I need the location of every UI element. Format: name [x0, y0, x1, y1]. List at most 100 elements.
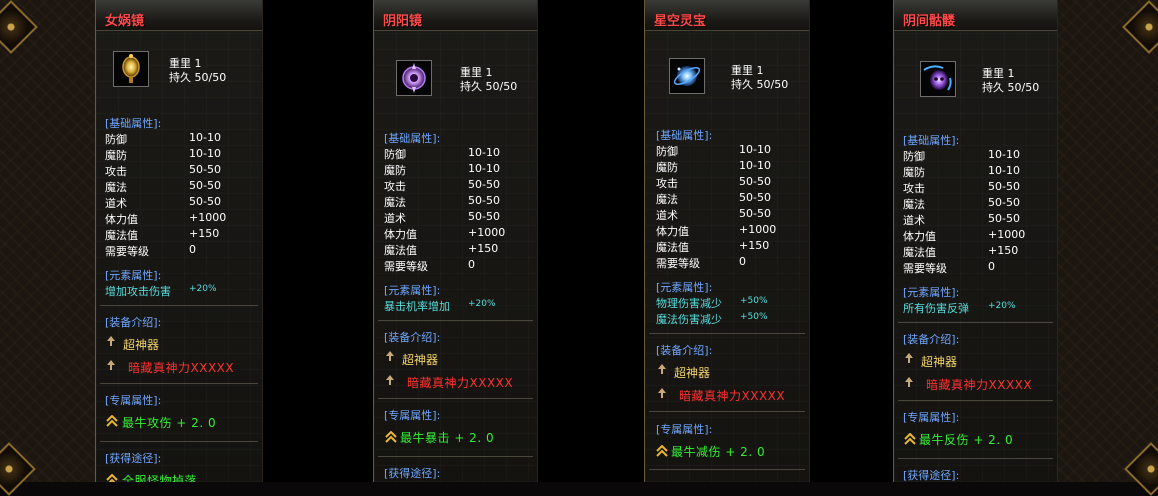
stat-row: 防御 10-10: [105, 131, 221, 146]
element-attributes-header: [元素属性]:: [903, 286, 960, 299]
stat-row: 需要等级 0: [384, 258, 475, 273]
equip-intro-header: [装备介绍]:: [903, 333, 960, 346]
divider: [898, 322, 1053, 323]
stat-row: 魔防 10-10: [903, 164, 1020, 179]
bullet-icon: [107, 336, 115, 346]
stat-row: 魔法 50-50: [105, 179, 221, 194]
durability-label: 持久: [169, 71, 191, 84]
equip-intro-header: [装备介绍]:: [384, 331, 441, 344]
divider: [649, 469, 805, 470]
stat-row: 道术 50-50: [903, 212, 1020, 227]
exclusive-value: 最牛反伤 + 2. 0: [919, 433, 1014, 447]
stat-row: 道术 50-50: [656, 207, 771, 222]
durability-label: 持久: [731, 78, 753, 91]
divider: [649, 411, 805, 412]
stat-row: 道术 50-50: [384, 210, 500, 225]
item-title: 星空灵宝: [654, 14, 707, 29]
element-attributes-header: [元素属性]:: [105, 269, 162, 282]
bullet-icon: [658, 364, 666, 374]
purple-skull-icon: [920, 61, 956, 97]
element-stat-row: 所有伤害反弹 +20%: [903, 301, 1016, 315]
intro-line-2: 暗藏真神力XXXXX: [128, 361, 235, 375]
stat-row: 道术 50-50: [105, 195, 221, 210]
bullet-icon: [386, 351, 394, 361]
gap-2: [538, 0, 644, 482]
element-stat-row: 暴击机率增加 +20%: [384, 299, 496, 313]
divider: [378, 456, 533, 457]
double-chevron-up-icon: [106, 474, 118, 482]
exclusive-value: 最牛攻伤 + 2. 0: [122, 416, 217, 430]
divider: [100, 441, 258, 442]
bullet-icon: [905, 353, 913, 363]
element-stat-row: 魔法伤害减少 +50%: [656, 312, 768, 326]
equip-intro-header: [装备介绍]:: [105, 316, 162, 329]
divider: [378, 320, 533, 321]
stat-row: 攻击 50-50: [903, 180, 1020, 195]
divider: [378, 398, 533, 399]
intro-line-1: 超神器: [402, 353, 439, 367]
weight-value: 1: [194, 57, 202, 70]
right-border-decoration: [1058, 0, 1158, 482]
exclusive-attributes-header: [专属属性]:: [105, 394, 162, 407]
stat-row: 魔法 50-50: [384, 194, 500, 209]
intro-line-1: 超神器: [921, 355, 958, 369]
stat-row: 体力值 +1000: [903, 228, 1026, 243]
weight-value: 1: [485, 66, 493, 79]
intro-line-1: 超神器: [123, 338, 160, 352]
purple-orb-mirror-icon: [396, 60, 432, 96]
obtain-value: 全服怪物掉落: [122, 474, 198, 482]
golden-mirror-icon: [113, 51, 149, 87]
item-title: 女娲镜: [105, 14, 145, 29]
obtain-header: [获得途径]:: [105, 452, 162, 465]
weight-label: 重里: [731, 64, 753, 77]
double-chevron-up-icon: [385, 431, 397, 443]
double-chevron-up-icon: [106, 415, 118, 427]
exclusive-attributes-header: [专属属性]:: [384, 409, 441, 422]
stat-row: 需要等级 0: [656, 255, 746, 270]
exclusive-value: 最牛减伤 + 2. 0: [671, 445, 766, 459]
durability-value: 50/50: [756, 78, 789, 91]
item-tooltip-3: 星空灵宝 重里 1 持久 50/50 [基础属性]: 防御 10-10 魔防 10-…: [644, 0, 810, 482]
element-attributes-header: [元素属性]:: [656, 281, 713, 294]
divider: [100, 383, 258, 384]
intro-line-2: 暗藏真神力XXXXX: [679, 389, 786, 403]
equip-intro-header: [装备介绍]:: [656, 344, 713, 357]
stat-row: 魔法值 +150: [656, 239, 770, 254]
stat-row: 魔法值 +150: [105, 227, 220, 242]
durability-value: 50/50: [485, 80, 518, 93]
item-tooltip-4: 阴间骷髅 重里 1 持久 50/50 [基础属性]: 防御 10-10 魔防 10-…: [893, 0, 1058, 482]
stat-row: 防御 10-10: [656, 143, 771, 158]
element-attributes-header: [元素属性]:: [384, 284, 441, 297]
divider: [649, 333, 805, 334]
obtain-header: [获得途径]:: [903, 469, 960, 482]
weight-value: 1: [756, 64, 764, 77]
intro-line-2: 暗藏真神力XXXXX: [407, 376, 514, 390]
bullet-icon: [386, 375, 394, 385]
element-stat-row: 物理伤害减少 +50%: [656, 296, 768, 310]
stat-row: 体力值 +1000: [656, 223, 777, 238]
base-attributes-header: [基础属性]:: [384, 132, 441, 145]
stat-row: 需要等级 0: [903, 260, 995, 275]
item-tooltip-2: 阴阳镜 重里 1 持久 50/50 [基础属性]: 防御 10-10 魔防 10-1…: [373, 0, 538, 482]
stat-row: 体力值 +1000: [105, 211, 227, 226]
stat-row: 魔法 50-50: [656, 191, 771, 206]
base-attributes-header: [基础属性]:: [903, 134, 960, 147]
divider: [898, 458, 1053, 459]
blue-star-orb-icon: [669, 58, 705, 94]
stat-row: 魔法值 +150: [903, 244, 1019, 259]
stat-row: 魔法值 +150: [384, 242, 499, 257]
base-attributes-header: [基础属性]:: [105, 117, 162, 130]
base-attributes-header: [基础属性]:: [656, 129, 713, 142]
weight-label: 重里: [982, 67, 1004, 80]
obtain-header: [获得途径]:: [384, 467, 441, 480]
stat-row: 防御 10-10: [384, 146, 500, 161]
stat-row: 攻击 50-50: [105, 163, 221, 178]
stat-row: 魔防 10-10: [105, 147, 221, 162]
divider: [898, 400, 1053, 401]
intro-line-2: 暗藏真神力XXXXX: [926, 378, 1033, 392]
durability-label: 持久: [982, 81, 1004, 94]
double-chevron-up-icon: [904, 433, 916, 445]
divider: [100, 305, 258, 306]
item-title: 阴阳镜: [383, 14, 423, 29]
stat-row: 体力值 +1000: [384, 226, 506, 241]
